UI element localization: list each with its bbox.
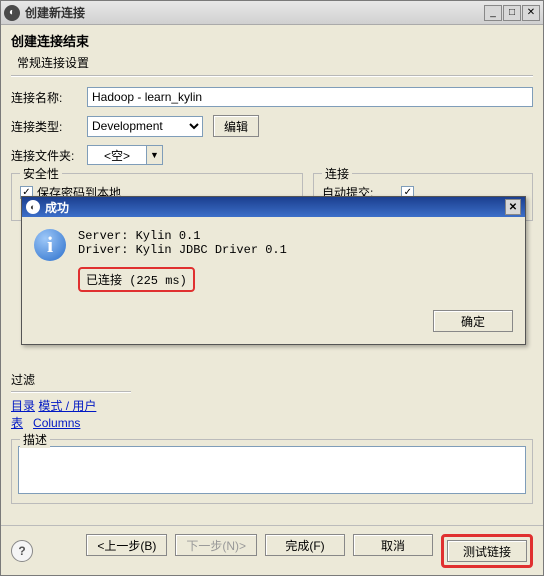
description-legend: 描述: [20, 431, 50, 448]
dialog-titlebar: ◐ 成功 ✕: [22, 197, 525, 217]
dialog-icon: ◐: [26, 200, 40, 214]
close-button[interactable]: ✕: [522, 5, 540, 21]
filter-link-schema[interactable]: 模式 / 用户: [38, 399, 96, 413]
success-dialog: ◐ 成功 ✕ i Server: Kylin 0.1 Driver: Kylin…: [21, 196, 526, 345]
test-highlight: 测试链接: [441, 534, 533, 568]
edit-button[interactable]: 编辑: [213, 115, 259, 137]
chevron-down-icon[interactable]: ▼: [147, 145, 163, 165]
type-label: 连接类型:: [11, 118, 87, 135]
help-icon[interactable]: ?: [11, 540, 33, 562]
connection-status: 已连接 (225 ms): [78, 267, 195, 292]
filter-link-catalog[interactable]: 目录: [11, 399, 35, 413]
minimize-button[interactable]: _: [484, 5, 502, 21]
next-button: 下一步(N)>: [175, 534, 257, 556]
type-select[interactable]: Development: [87, 116, 203, 137]
cancel-button[interactable]: 取消: [353, 534, 433, 556]
main-window: ◐ 创建新连接 _ □ ✕ 创建连接结束 常规连接设置 连接名称: 连接类型: …: [0, 0, 544, 576]
app-icon: ◐: [4, 5, 20, 21]
connection-legend: 连接: [322, 165, 352, 182]
finish-button[interactable]: 完成(F): [265, 534, 345, 556]
server-info: Server: Kylin 0.1: [78, 229, 287, 243]
security-legend: 安全性: [20, 165, 62, 182]
ok-button[interactable]: 确定: [433, 310, 513, 332]
driver-info: Driver: Kylin JDBC Driver 0.1: [78, 243, 287, 257]
description-textarea[interactable]: [18, 446, 526, 494]
window-title: 创建新连接: [25, 4, 484, 21]
name-input[interactable]: [87, 87, 533, 107]
wizard-footer: ? <上一步(B) 下一步(N)> 完成(F) 取消 测试链接: [1, 525, 543, 568]
page-heading: 创建连接结束: [11, 31, 533, 50]
filter-link-tables[interactable]: 表: [11, 416, 23, 430]
description-fieldset: 描述: [11, 439, 533, 504]
test-connection-button[interactable]: 测试链接: [447, 540, 527, 562]
maximize-button[interactable]: □: [503, 5, 521, 21]
folder-select[interactable]: <空> ▼: [87, 145, 163, 165]
titlebar: ◐ 创建新连接 _ □ ✕: [1, 1, 543, 25]
dialog-close-button[interactable]: ✕: [505, 199, 521, 215]
page-subheading: 常规连接设置: [17, 54, 533, 71]
back-button[interactable]: <上一步(B): [86, 534, 167, 556]
info-icon: i: [34, 229, 66, 261]
folder-label: 连接文件夹:: [11, 147, 87, 164]
name-label: 连接名称:: [11, 89, 87, 106]
filter-link-columns[interactable]: Columns: [33, 416, 80, 430]
filter-label: 过滤: [11, 371, 533, 388]
divider: [11, 391, 131, 393]
divider: [11, 75, 533, 77]
dialog-title: 成功: [45, 199, 505, 216]
